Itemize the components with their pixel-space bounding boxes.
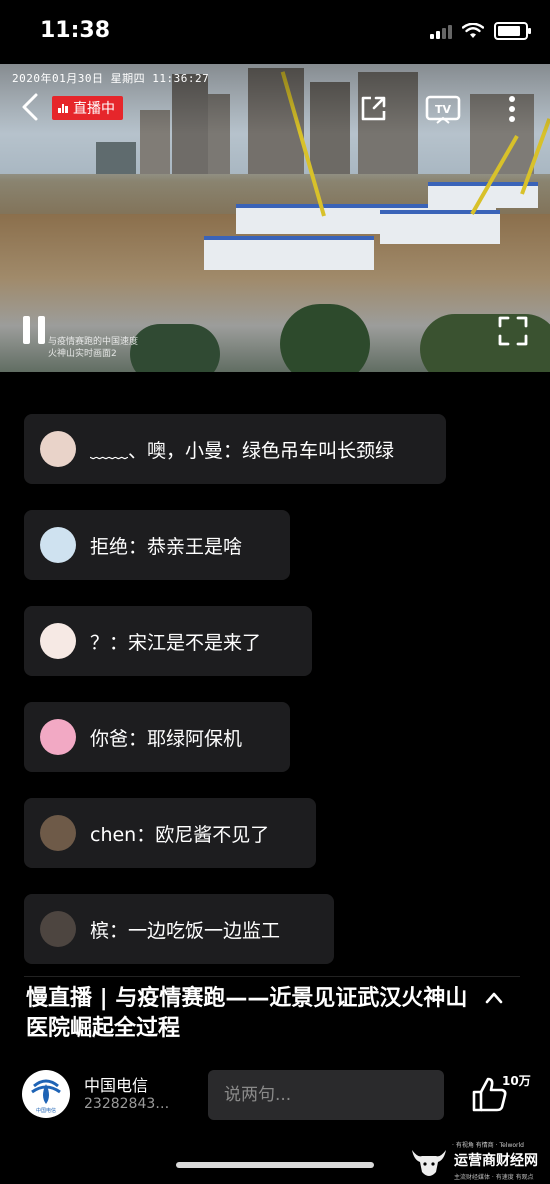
battery-icon bbox=[494, 22, 531, 40]
video-watermark-line1: 与疫情赛跑的中国速度 bbox=[48, 337, 139, 347]
comment-bubble: ？：宋江是不是来了 bbox=[24, 606, 312, 676]
channel-name[interactable]: 中国电信 bbox=[84, 1072, 148, 1096]
tv-cast-icon[interactable]: TV bbox=[424, 92, 462, 126]
user-avatar bbox=[40, 527, 76, 563]
home-indicator[interactable] bbox=[176, 1162, 374, 1168]
comment-bubble: 槟：一边吃饭一边监工 bbox=[24, 894, 334, 964]
prefab-building bbox=[204, 236, 374, 270]
prefab-building bbox=[380, 210, 500, 244]
status-bar: 11:38 bbox=[0, 0, 550, 64]
more-options-icon[interactable] bbox=[500, 92, 524, 126]
fullscreen-icon[interactable] bbox=[496, 314, 530, 348]
status-time: 11:38 bbox=[40, 18, 111, 43]
like-count: 10万 bbox=[502, 1074, 531, 1088]
background-building bbox=[96, 142, 136, 174]
site-watermark-slogan: 主流财经媒体 · 有速度 有观点 bbox=[454, 1174, 534, 1181]
comment-text: chen：欧尼酱不见了 bbox=[90, 823, 270, 846]
comment-text: 槟：一边吃饭一边监工 bbox=[90, 919, 281, 942]
site-watermark-tagline: · 有视角 有情商 · Telworld bbox=[452, 1142, 524, 1149]
channel-logo[interactable]: 中国电信 bbox=[22, 1070, 70, 1118]
site-watermark-name: 运营商财经网 bbox=[454, 1153, 538, 1169]
bull-logo-icon bbox=[412, 1150, 446, 1176]
user-avatar bbox=[40, 431, 76, 467]
channel-id: 23282843… bbox=[84, 1096, 170, 1112]
comment-text: 你爸：耶绿阿保机 bbox=[90, 727, 243, 750]
live-video-player[interactable]: 2020年01月30日 星期四 11:36:27 直播中 TV 与疫情赛跑的中国… bbox=[0, 64, 550, 372]
comment-bubble: chen：欧尼酱不见了 bbox=[24, 798, 316, 868]
comment-bubble: ﹏﹏、噢，小曼：绿色吊车叫长颈绿 bbox=[24, 414, 446, 484]
comment-text: ？：宋江是不是来了 bbox=[90, 631, 262, 654]
share-icon[interactable] bbox=[356, 92, 390, 126]
user-avatar bbox=[40, 623, 76, 659]
user-avatar bbox=[40, 719, 76, 755]
comment-text: 拒绝：恭亲王是啥 bbox=[90, 535, 243, 558]
video-timestamp: 2020年01月30日 星期四 11:36:27 bbox=[12, 72, 210, 85]
svg-text:TV: TV bbox=[435, 103, 452, 116]
user-avatar bbox=[40, 911, 76, 947]
video-watermark-line2: 火神山实时画面2 bbox=[48, 349, 117, 359]
video-watermark: 与疫情赛跑的中国速度 火神山实时画面2 bbox=[48, 336, 138, 360]
live-badge-label: 直播中 bbox=[73, 101, 115, 117]
comment-bubble: 你爸：耶绿阿保机 bbox=[24, 702, 290, 772]
wifi-icon bbox=[462, 23, 484, 38]
comment-text: ﹏﹏、噢，小曼：绿色吊车叫长颈绿 bbox=[90, 439, 395, 462]
channel-logo-text: 中国电信 bbox=[36, 1107, 56, 1114]
status-icons bbox=[430, 22, 531, 40]
bottom-bar: 中国电信 中国电信 23282843… 说两句... 10万 bbox=[0, 1062, 550, 1132]
comment-input[interactable]: 说两句... bbox=[208, 1070, 444, 1120]
cellular-signal-icon bbox=[430, 23, 452, 39]
trees bbox=[280, 304, 370, 372]
comment-bubble: 拒绝：恭亲王是啥 bbox=[24, 510, 290, 580]
live-title: 慢直播 | 与疫情赛跑——近景见证武汉火神山医院崛起全过程 bbox=[26, 986, 468, 1041]
divider bbox=[24, 976, 520, 977]
user-avatar bbox=[40, 815, 76, 851]
site-watermark: · 有视角 有情商 · Telworld 运营商财经网 主流财经媒体 · 有速度… bbox=[408, 1140, 550, 1184]
back-icon[interactable] bbox=[14, 90, 48, 124]
trees bbox=[130, 324, 220, 372]
live-bars-icon bbox=[58, 103, 69, 113]
live-badge: 直播中 bbox=[52, 96, 123, 120]
pause-icon[interactable] bbox=[18, 312, 50, 348]
china-telecom-logo-icon: 中国电信 bbox=[31, 1079, 61, 1114]
chevron-up-icon[interactable] bbox=[484, 988, 504, 1008]
trees bbox=[420, 314, 550, 372]
